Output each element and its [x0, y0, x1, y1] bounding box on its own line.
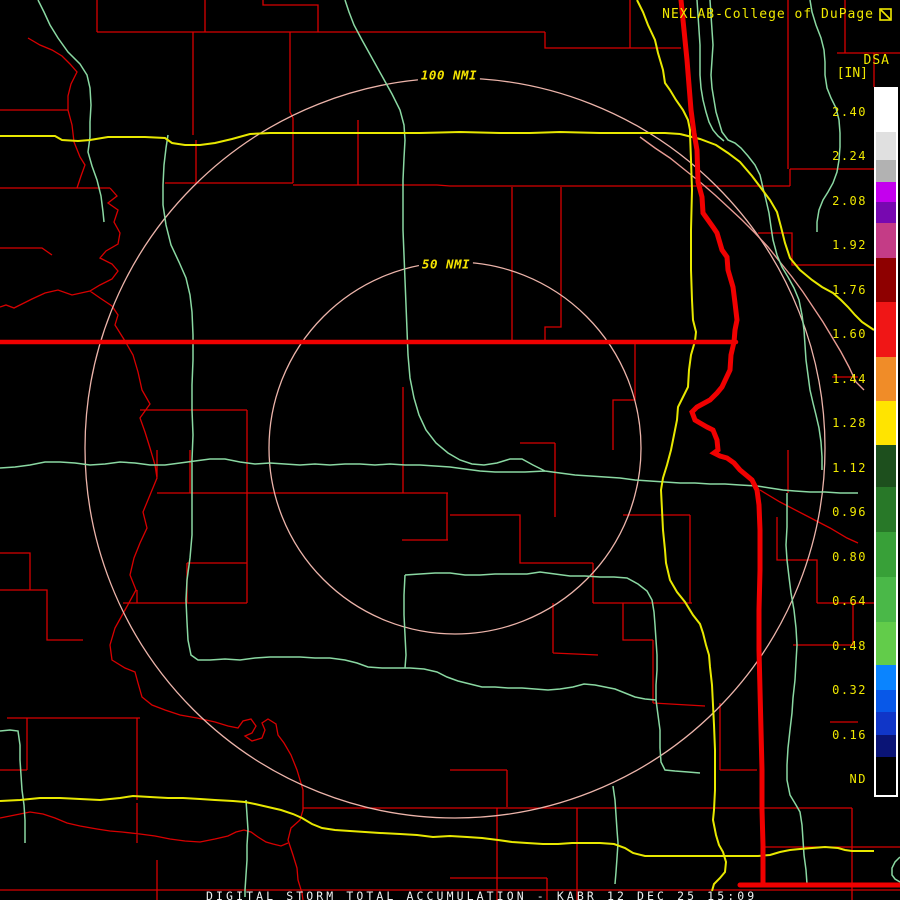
colorbar-tick-label: ND: [849, 772, 867, 787]
state-border-yellow: [0, 130, 875, 331]
colorbar-segment: [876, 202, 896, 223]
colorbar-segment: [876, 532, 896, 577]
colorbar-segment: [876, 401, 896, 445]
colorbar-segment: [876, 577, 896, 622]
highway-yellow: [0, 0, 874, 892]
colorbar-segment: [876, 487, 896, 532]
colorbar-tick-label: 0.32: [832, 683, 867, 698]
colorbar-segment: [876, 258, 896, 302]
colorbar-segment: [876, 223, 896, 258]
colorbar-tick-label: 0.64: [832, 594, 867, 609]
colorbar-segment: [876, 445, 896, 487]
colorbar-tick-label: 1.60: [832, 327, 867, 342]
radar-map: [0, 0, 900, 900]
colorbar-segment: [876, 132, 896, 160]
colorbar-segment: [876, 160, 896, 182]
colorbar-segment: [876, 735, 896, 757]
colorbar-segment: [876, 690, 896, 712]
colorbar-segment: [876, 89, 896, 132]
product-units-label: [IN]: [836, 66, 868, 81]
colorbar-segment: [876, 302, 896, 357]
range-ring-50-label: 50 NMI: [418, 256, 474, 272]
page-title: NEXLAB-College of DuPage: [662, 7, 874, 22]
county-lines: [0, 0, 900, 900]
colorbar-tick-label: 0.96: [832, 505, 867, 520]
colorbar-tick-label: 1.92: [832, 238, 867, 253]
radar-screenshot: 100 NMI 50 NMI 2.40 2.24 2.08 1.92 1.76 1.60 1…: [0, 0, 900, 900]
colorbar-tick-label: 1.44: [832, 371, 867, 386]
colorbar-segment: [876, 665, 896, 690]
range-ring-100-label: 100 NMI: [417, 67, 481, 83]
colorbar-segments: [876, 89, 896, 795]
colorbar-tick-label: 2.24: [832, 149, 867, 164]
caption-text: DIGITAL STORM TOTAL ACCUMULATION - KABR …: [206, 888, 758, 900]
river-lines: [0, 0, 900, 897]
colorbar-tick-label: 1.12: [832, 460, 867, 475]
colorbar-segment: [876, 622, 896, 665]
colorbar-tick-label: 1.28: [832, 416, 867, 431]
colorbar-tick-label: 2.40: [832, 105, 867, 119]
range-ring-50nmi: [268, 261, 642, 635]
colorbar-tick-label: 0.80: [832, 549, 867, 564]
colorbar-segment: [876, 357, 896, 401]
cod-logo-icon: [879, 6, 892, 25]
colorbar-tick-label: 1.76: [832, 282, 867, 297]
colorbar-segment: [876, 182, 896, 202]
colorbar-tick-label: 0.48: [832, 638, 867, 653]
colorbar: [874, 87, 898, 797]
colorbar-tick-label: 2.08: [832, 193, 867, 208]
colorbar-segment: [876, 757, 896, 795]
colorbar-tick-label: 0.16: [832, 727, 867, 742]
colorbar-segment: [876, 712, 896, 735]
